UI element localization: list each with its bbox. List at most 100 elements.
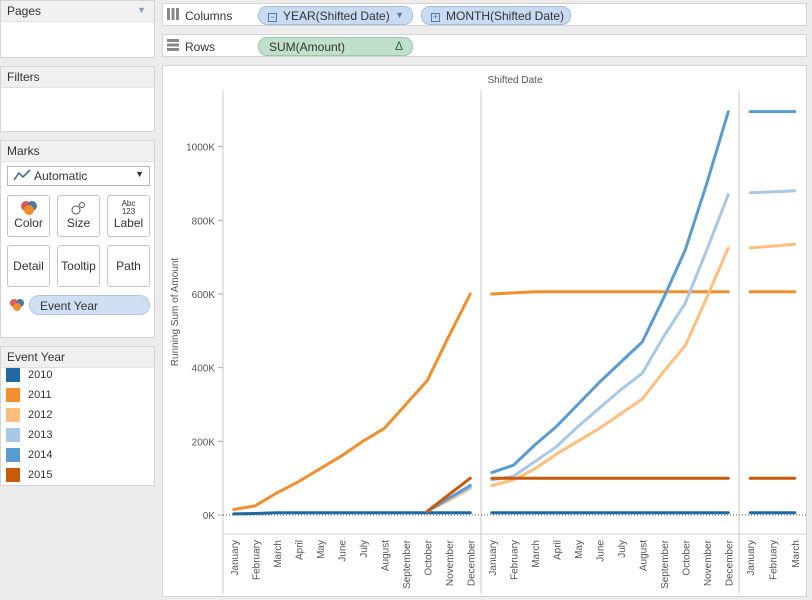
legend-label: 2012 <box>28 409 53 421</box>
x-tick-label: February <box>509 540 520 580</box>
series-line-2013 <box>490 193 730 482</box>
x-tick-label: January <box>230 540 241 576</box>
chevron-down-icon[interactable]: ▼ <box>137 5 146 15</box>
x-tick-label: February <box>769 540 780 580</box>
event-year-pill[interactable]: Event Year <box>29 295 150 315</box>
columns-shelf[interactable]: Columns − YEAR(Shifted Date) ▼ + MONTH(Shi… <box>162 3 807 26</box>
label-icon: Abc 123 <box>121 199 136 216</box>
x-tick-label: April <box>552 540 563 560</box>
pages-card: Pages ▼ <box>0 0 155 58</box>
legend-swatch <box>6 388 20 402</box>
x-tick-label: February <box>251 540 262 580</box>
rows-icon <box>167 39 179 54</box>
series-line-2015 <box>425 476 472 513</box>
size-label: Size <box>66 216 91 230</box>
tooltip-button[interactable]: Tooltip <box>57 245 100 287</box>
collapse-icon[interactable]: − <box>268 13 277 22</box>
legend-item[interactable]: 2010 <box>6 368 52 382</box>
color-icon <box>8 200 49 216</box>
path-button[interactable]: Path <box>107 245 150 287</box>
month-pill-label: MONTH(Shifted Date) <box>446 9 565 23</box>
viz-area: Shifted Date Running Sum of Amount 0K 200K 4… <box>162 65 807 597</box>
size-button[interactable]: Size <box>57 195 100 237</box>
series-line-2012 <box>748 242 797 250</box>
y-tick-label: 400K <box>192 364 216 375</box>
x-tick-label: July <box>617 540 628 558</box>
columns-label: Columns <box>185 8 233 23</box>
x-tick-label: June <box>595 540 606 562</box>
x-tick-label: March <box>531 540 542 568</box>
x-tick-label: May <box>316 540 327 559</box>
year-pill-label: YEAR(Shifted Date) <box>283 9 390 23</box>
sum-amount-pill[interactable]: SUM(Amount) Δ <box>258 37 413 56</box>
rows-shelf-label: Rows <box>167 39 215 54</box>
chart-title: Shifted Date <box>487 75 542 86</box>
path-label: Path <box>116 259 141 273</box>
x-tick-label: November <box>703 539 714 586</box>
rows-shelf[interactable]: Rows SUM(Amount) Δ <box>162 34 807 57</box>
legend-swatch <box>6 468 20 482</box>
x-tick-label: October <box>681 539 692 575</box>
running-sum-line-chart[interactable]: Shifted Date Running Sum of Amount 0K 200K 4… <box>163 66 806 596</box>
detail-button[interactable]: Detail <box>7 245 50 287</box>
table-calc-delta-icon: Δ <box>394 39 403 53</box>
y-tick-label: 0K <box>203 511 216 522</box>
x-tick-label: January <box>746 540 757 576</box>
legend-label: 2015 <box>28 469 53 481</box>
tooltip-label: Tooltip <box>61 259 96 273</box>
mark-type-value: Automatic <box>34 169 88 183</box>
legend-item[interactable]: 2012 <box>6 408 52 422</box>
series-line-2013 <box>748 189 797 195</box>
color-button[interactable]: Color <box>7 195 50 237</box>
x-tick-label: July <box>359 540 370 558</box>
line-mark-icon <box>13 169 31 184</box>
x-tick-label: December <box>466 539 477 586</box>
color-label: Color <box>14 216 43 230</box>
legend-swatch <box>6 368 20 382</box>
legend-item[interactable]: 2015 <box>6 468 52 482</box>
x-tick-label: March <box>273 540 284 568</box>
sum-amount-label: SUM(Amount) <box>269 40 346 54</box>
x-tick-label: September <box>660 539 671 589</box>
expand-icon[interactable]: + <box>431 13 440 22</box>
y-axis-label: Running Sum of Amount <box>170 258 181 367</box>
legend-swatch <box>6 428 20 442</box>
x-tick-label: April <box>294 540 305 560</box>
x-tick-label: December <box>724 539 735 586</box>
x-tick-label: November <box>445 539 456 586</box>
x-tick-label: September <box>402 539 413 589</box>
legend-swatch <box>6 408 20 422</box>
label-label: Label <box>113 216 144 230</box>
chevron-down-icon: ▼ <box>135 169 144 179</box>
filters-card[interactable]: Filters <box>0 66 155 132</box>
columns-icon <box>167 8 179 23</box>
series-line-2011 <box>490 290 730 296</box>
marks-title: Marks <box>1 141 154 162</box>
rows-label: Rows <box>185 39 216 54</box>
y-tick-label: 1000K <box>186 143 215 154</box>
label-button[interactable]: Abc 123 Label <box>107 195 150 237</box>
legend-item[interactable]: 2014 <box>6 448 52 462</box>
legend-label: 2014 <box>28 449 53 461</box>
legend-item[interactable]: 2011 <box>6 388 52 402</box>
month-shifted-date-pill[interactable]: + MONTH(Shifted Date) <box>421 6 571 25</box>
legend-title: Event Year <box>1 347 154 368</box>
x-tick-label: August <box>380 540 391 571</box>
filters-title: Filters <box>1 67 154 88</box>
legend-label: 2011 <box>28 389 52 401</box>
chevron-down-icon[interactable]: ▼ <box>395 10 404 20</box>
x-tick-label: June <box>337 540 348 562</box>
mark-type-dropdown[interactable]: Automatic ▼ <box>7 166 150 186</box>
detail-label: Detail <box>13 259 44 273</box>
series-line-2010 <box>232 511 472 516</box>
x-tick-label: May <box>574 540 585 559</box>
marks-card: Marks Automatic ▼ Color Size Abc 123 Lab… <box>0 140 155 338</box>
y-tick-label: 200K <box>192 437 216 448</box>
x-tick-label: January <box>488 540 499 576</box>
x-tick-label: October <box>423 539 434 575</box>
pages-title: Pages <box>1 1 154 22</box>
year-shifted-date-pill[interactable]: − YEAR(Shifted Date) ▼ <box>258 6 413 25</box>
x-tick-label: August <box>638 540 649 571</box>
legend-item[interactable]: 2013 <box>6 428 52 442</box>
size-icon <box>58 200 99 216</box>
